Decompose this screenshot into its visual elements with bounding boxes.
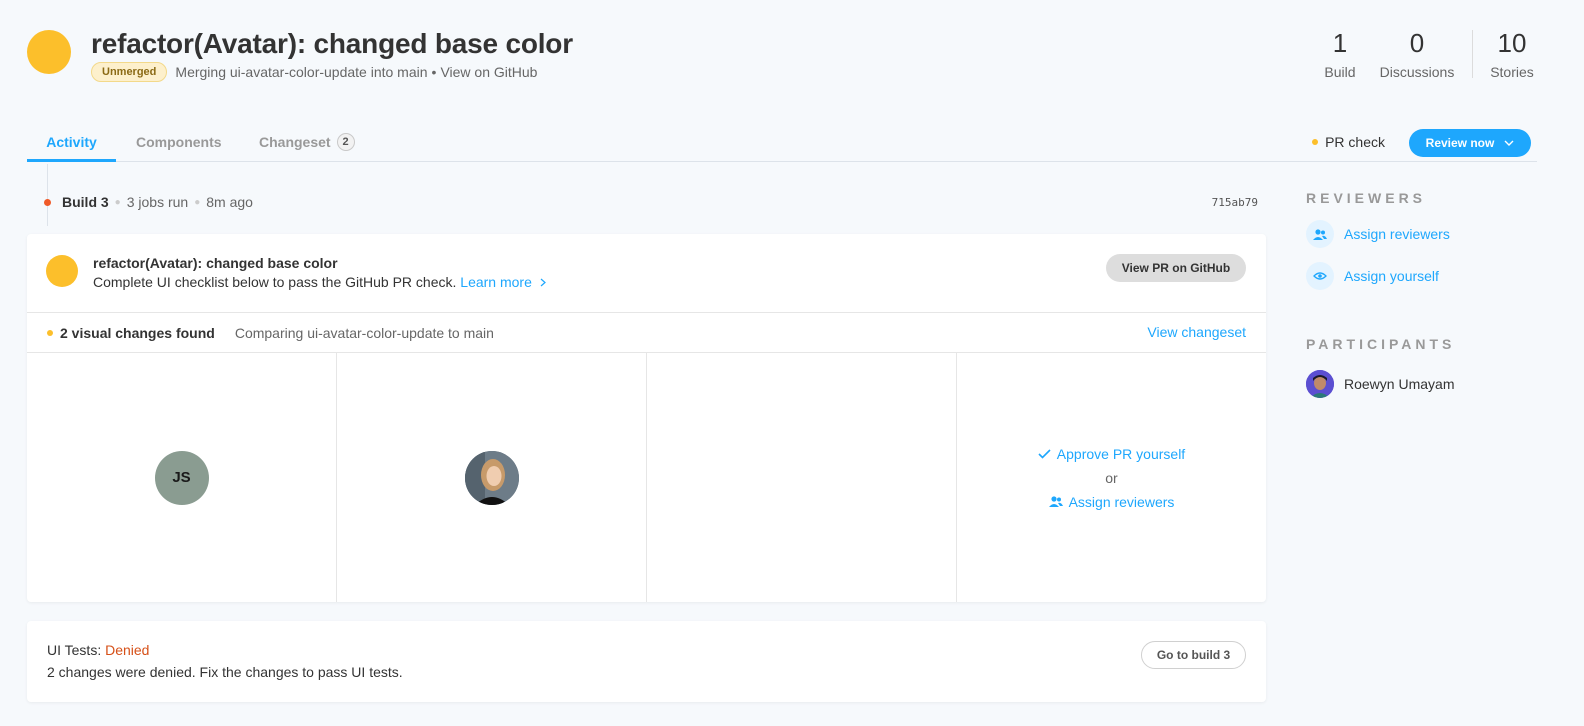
build-entry: Build 3 ● 3 jobs run ● 8m ago 715ab79 xyxy=(44,193,1258,211)
sidebar: REVIEWERS Assign reviewers Assign yourse… xyxy=(1306,190,1546,398)
reviewers-heading: REVIEWERS xyxy=(1306,190,1427,206)
tab-bar: Activity Components Changeset 2 PR check… xyxy=(27,126,1537,162)
assign-reviewers-link[interactable]: Assign reviewers xyxy=(1344,226,1450,242)
snapshot-grid: JS Approve PR yourself or Assign reviewe… xyxy=(27,353,1266,602)
go-to-build-button[interactable]: Go to build 3 xyxy=(1141,641,1246,669)
assign-reviewers-item[interactable]: Assign reviewers xyxy=(1306,220,1546,248)
separator: • xyxy=(431,64,437,80)
assign-yourself-item[interactable]: Assign yourself xyxy=(1306,262,1546,290)
snapshot-cell[interactable] xyxy=(647,353,957,602)
users-icon xyxy=(1306,220,1334,248)
build-jobs: 3 jobs run xyxy=(126,194,189,210)
stat-discussions[interactable]: 0 Discussions xyxy=(1372,28,1462,80)
ui-tests-status: Denied xyxy=(105,642,150,658)
ui-tests-card: UI Tests: Denied 2 changes were denied. … xyxy=(27,621,1266,702)
pr-check-status[interactable]: PR check xyxy=(1312,134,1385,150)
changes-status-dot xyxy=(47,329,53,336)
avatar-photo xyxy=(464,450,519,505)
tab-label: Activity xyxy=(46,134,97,150)
snapshot-cell[interactable]: JS xyxy=(27,353,337,602)
learn-more-label: Learn more xyxy=(460,274,532,290)
participant-name: Roewyn Umayam xyxy=(1344,376,1455,392)
pr-card-title: refactor(Avatar): changed base color xyxy=(93,255,338,271)
stat-label: Discussions xyxy=(1379,64,1455,80)
visual-changes-row: 2 visual changes found Comparing ui-avat… xyxy=(27,313,1266,353)
pr-card-header: refactor(Avatar): changed base color Com… xyxy=(27,234,1266,313)
learn-more-link[interactable]: Learn more xyxy=(460,274,546,290)
assign-reviewers-link[interactable]: Assign reviewers xyxy=(1048,493,1175,510)
tab-label: Changeset xyxy=(259,134,331,150)
pr-subline: Unmerged Merging ui-avatar-color-update … xyxy=(91,62,537,82)
ui-tests-label: UI Tests: xyxy=(47,642,102,658)
approve-pr-label: Approve PR yourself xyxy=(1056,445,1186,462)
view-pr-on-github-button[interactable]: View PR on GitHub xyxy=(1106,254,1246,282)
stat-label: Stories xyxy=(1490,64,1534,80)
assign-yourself-link[interactable]: Assign yourself xyxy=(1344,268,1439,284)
chevron-down-icon xyxy=(1504,138,1514,149)
ui-tests-description: 2 changes were denied. Fix the changes t… xyxy=(47,664,403,680)
pr-header: refactor(Avatar): changed base color Unm… xyxy=(27,28,1537,84)
pr-stats: 1 Build 0 Discussions 10 Stories xyxy=(1314,28,1537,80)
build-time: 8m ago xyxy=(206,194,253,210)
view-changeset-link[interactable]: View changeset xyxy=(1147,324,1246,340)
review-now-button[interactable]: Review now xyxy=(1409,129,1531,157)
comparison-text: Comparing ui-avatar-color-update to main xyxy=(234,324,494,341)
changes-found-label: 2 visual changes found xyxy=(60,324,215,341)
bullet-separator: ● xyxy=(114,196,121,208)
chevron-right-icon xyxy=(536,274,546,290)
build-link[interactable]: Build 3 xyxy=(62,194,109,210)
avatar xyxy=(1306,370,1334,398)
stat-value: 10 xyxy=(1497,28,1527,58)
tab-components[interactable]: Components xyxy=(136,126,222,162)
stat-stories[interactable]: 10 Stories xyxy=(1487,28,1537,80)
stat-value: 1 xyxy=(1332,28,1348,58)
pr-check-label: PR check xyxy=(1325,134,1385,150)
stat-builds[interactable]: 1 Build xyxy=(1314,28,1366,80)
pr-status-indicator xyxy=(27,30,71,74)
check-icon xyxy=(1038,446,1057,462)
assign-reviewers-label: Assign reviewers xyxy=(1068,493,1175,510)
pr-card-description: Complete UI checklist below to pass the … xyxy=(93,274,546,290)
users-icon xyxy=(1048,494,1069,510)
commit-hash-link[interactable]: 715ab79 xyxy=(1212,196,1258,209)
approval-cell: Approve PR yourself or Assign reviewers xyxy=(957,353,1266,602)
checklist-instruction: Complete UI checklist below to pass the … xyxy=(93,274,457,290)
ui-tests-title: UI Tests: Denied xyxy=(47,642,149,658)
tab-activity[interactable]: Activity xyxy=(27,126,116,162)
stat-divider xyxy=(1472,30,1473,78)
tab-changeset[interactable]: Changeset 2 xyxy=(259,126,355,162)
view-on-github-link[interactable]: View on GitHub xyxy=(440,64,537,80)
pr-check-dot xyxy=(1312,139,1319,145)
or-text: or xyxy=(1105,469,1118,486)
participant-item[interactable]: Roewyn Umayam xyxy=(1306,370,1546,398)
avatar-initials: JS xyxy=(154,450,209,505)
build-status-dot xyxy=(44,198,51,206)
stat-label: Build xyxy=(1324,64,1356,80)
snapshot-cell[interactable] xyxy=(337,353,647,602)
changeset-count-badge: 2 xyxy=(336,133,355,151)
stat-value: 0 xyxy=(1409,28,1425,58)
tab-label: Components xyxy=(136,134,222,150)
approve-pr-link[interactable]: Approve PR yourself xyxy=(1038,446,1185,462)
eye-icon xyxy=(1306,262,1334,290)
pr-check-card: refactor(Avatar): changed base color Com… xyxy=(27,234,1266,602)
bullet-separator: ● xyxy=(194,196,201,208)
page-title: refactor(Avatar): changed base color xyxy=(91,28,573,59)
approval-actions: Approve PR yourself or Assign reviewers xyxy=(957,353,1266,602)
participants-heading: PARTICIPANTS xyxy=(1306,336,1456,352)
review-now-label: Review now xyxy=(1425,136,1495,150)
merge-description: Merging ui-avatar-color-update into main xyxy=(175,64,428,80)
status-badge: Unmerged xyxy=(91,62,168,82)
pr-card-status-indicator xyxy=(46,255,78,287)
